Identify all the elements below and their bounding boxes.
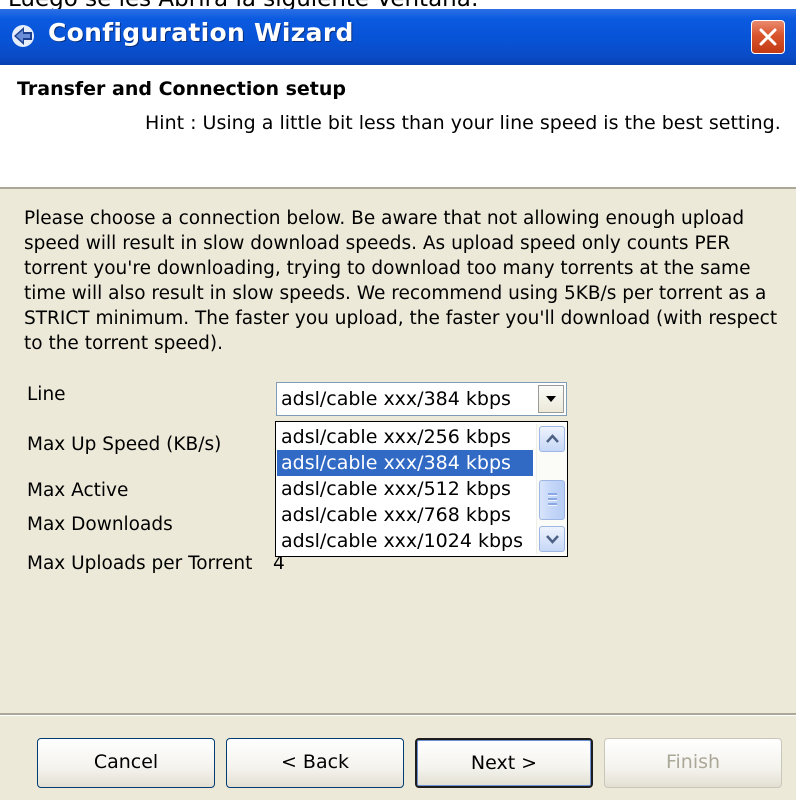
scroll-up-button[interactable] <box>539 426 565 452</box>
close-icon <box>759 28 777 46</box>
combobox-dropdown-button[interactable] <box>538 385 564 413</box>
wizard-header-panel: Transfer and Connection setup Hint : Usi… <box>0 65 796 189</box>
line-dropdown-list[interactable]: adsl/cable xxx/256 kbps adsl/cable xxx/3… <box>275 421 568 557</box>
dropdown-option[interactable]: adsl/cable xxx/256 kbps <box>277 424 533 450</box>
chevron-down-icon <box>546 396 556 402</box>
dropdown-option-selected[interactable]: adsl/cable xxx/384 kbps <box>277 450 533 476</box>
finish-button[interactable]: Finish <box>604 738 782 788</box>
configuration-wizard-window: Configuration Wizard Transfer and Connec… <box>0 9 796 800</box>
next-button[interactable]: Next > <box>415 738 593 788</box>
cancel-button[interactable]: Cancel <box>37 738 215 788</box>
dropdown-scrollbar[interactable] <box>536 424 567 554</box>
close-button[interactable] <box>751 20 785 54</box>
chevron-up-icon <box>546 434 559 443</box>
dropdown-option[interactable]: adsl/cable xxx/768 kbps <box>277 502 533 528</box>
max-uploads-per-torrent-label: Max Uploads per Torrent <box>27 553 253 574</box>
title-bar[interactable]: Configuration Wizard <box>0 9 796 65</box>
dropdown-option[interactable]: adsl/cable xxx/512 kbps <box>277 476 533 502</box>
max-active-label: Max Active <box>27 480 129 501</box>
dropdown-option[interactable]: adsl/cable xxx/1024 kbps <box>277 528 533 554</box>
scrollbar-thumb[interactable] <box>539 480 565 520</box>
line-combobox-value: adsl/cable xxx/384 kbps <box>281 388 511 410</box>
chevron-down-icon <box>546 535 559 544</box>
line-label: Line <box>27 384 66 405</box>
footer-divider <box>0 713 796 716</box>
back-button[interactable]: < Back <box>226 738 404 788</box>
page-title: Transfer and Connection setup <box>17 78 346 100</box>
max-up-speed-label: Max Up Speed (KB/s) <box>27 434 222 455</box>
window-title: Configuration Wizard <box>48 18 354 47</box>
thumb-grip-line <box>548 493 557 496</box>
hint-text: Hint : Using a little bit less than your… <box>145 112 781 134</box>
thumb-grip-line <box>548 498 557 501</box>
max-downloads-label: Max Downloads <box>27 514 173 535</box>
intro-text: Please choose a connection below. Be awa… <box>24 208 778 354</box>
wizard-app-icon <box>12 25 34 47</box>
thumb-grip-line <box>548 503 557 506</box>
line-combobox[interactable]: adsl/cable xxx/384 kbps <box>276 382 567 416</box>
scroll-down-button[interactable] <box>539 526 565 552</box>
